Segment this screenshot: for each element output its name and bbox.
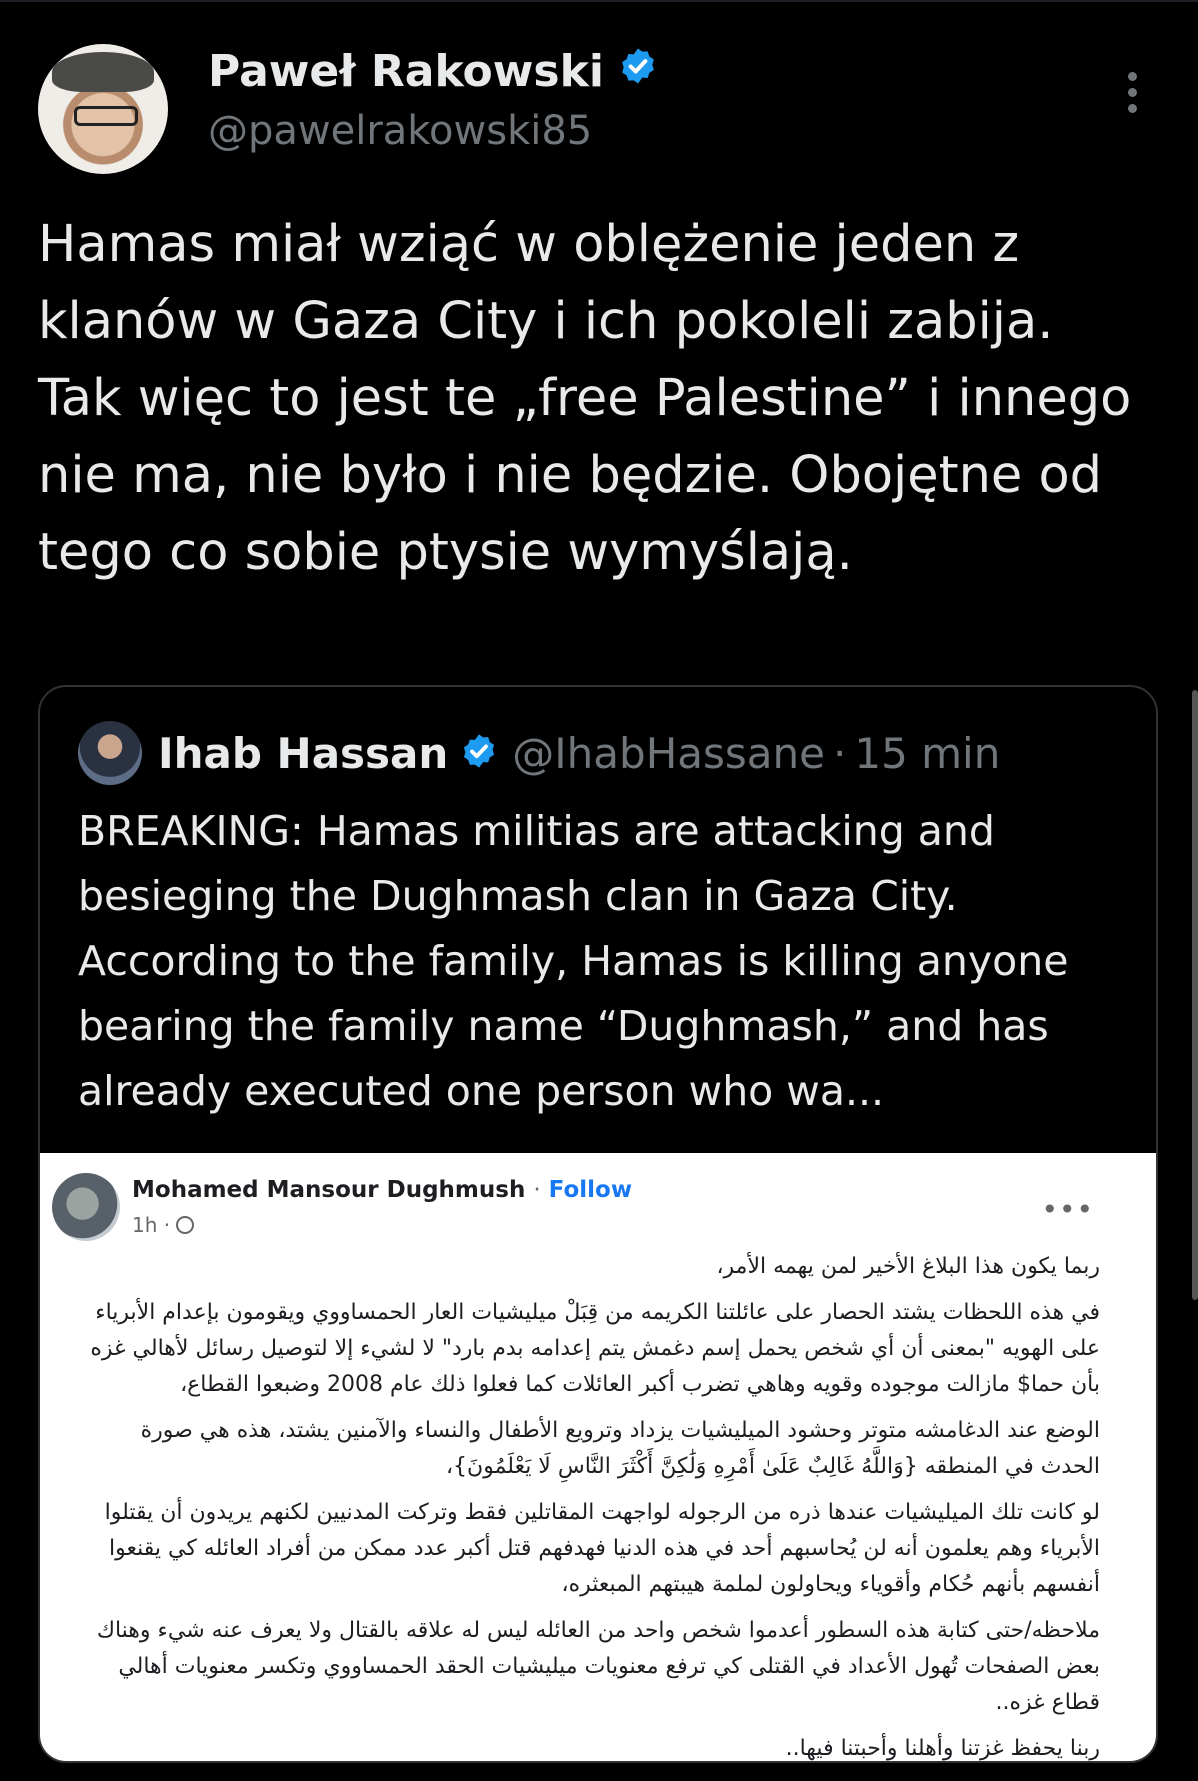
- quoted-author-avatar[interactable]: [78, 721, 142, 785]
- quoted-tweet-text: BREAKING: Hamas militias are attacking a…: [78, 807, 1069, 1115]
- fb-post-meta: 1h ·: [132, 1213, 195, 1237]
- fb-more-icon: •••: [1041, 1193, 1094, 1226]
- quoted-author-name[interactable]: Ihab Hassan: [158, 729, 448, 778]
- fb-follow-link: Follow: [548, 1177, 633, 1203]
- separator-dot: ·: [832, 728, 847, 778]
- fb-author-name: Mohamed Mansour Dughmush: [132, 1177, 526, 1203]
- quoted-tweet-time[interactable]: 15 min: [854, 729, 1000, 778]
- fb-paragraph: ربما يكون هذا البلاغ الأخير لمن يهمه الأ…: [716, 1254, 1100, 1279]
- fb-header: Mohamed Mansour Dughmush · Follow: [132, 1177, 632, 1203]
- top-divider: [0, 0, 1198, 2]
- author-avatar[interactable]: [38, 44, 168, 174]
- fb-author-avatar: [52, 1173, 120, 1241]
- author-handle[interactable]: @pawelrakowski85: [208, 108, 592, 154]
- fb-paragraph: في هذه اللحظات يشتد الحصار على عائلتنا ا…: [90, 1300, 1100, 1397]
- fb-post-time: 1h ·: [132, 1213, 171, 1237]
- fb-paragraph: ملاحظه/حتى كتابة هذه السطور أعدموا شخص و…: [96, 1618, 1100, 1715]
- tweet-text: Hamas miał wziąć w oblężenie jeden z kla…: [38, 215, 1132, 582]
- verified-badge-icon: [618, 46, 658, 97]
- verified-badge-icon: [460, 732, 498, 774]
- author-name-row[interactable]: Paweł Rakowski: [208, 46, 658, 97]
- more-options-icon[interactable]: [1122, 72, 1142, 122]
- separator-dot: ·: [533, 1177, 541, 1203]
- fb-paragraph: ربنا يحفظ غزتنا وأهلنا وأحبتنا فيها..: [785, 1736, 1100, 1761]
- globe-icon: [176, 1216, 195, 1234]
- scrollbar[interactable]: [1192, 690, 1198, 1300]
- facebook-post-screenshot[interactable]: Mohamed Mansour Dughmush · Follow 1h · •…: [40, 1153, 1156, 1761]
- quoted-author-handle[interactable]: @IhabHassane: [512, 729, 825, 778]
- fb-post-body: ربما يكون هذا البلاغ الأخير لمن يهمه الأ…: [88, 1249, 1100, 1761]
- fb-paragraph: الوضع عند الدغامشه متوتر وحشود الميليشيا…: [140, 1418, 1100, 1479]
- author-name[interactable]: Paweł Rakowski: [208, 46, 604, 97]
- fb-paragraph: لو كانت تلك الميليشيات عندها ذره من الرج…: [104, 1500, 1100, 1597]
- quoted-tweet-header: Ihab Hassan @IhabHassane · 15 min: [158, 721, 1000, 785]
- quoted-tweet-card[interactable]: Ihab Hassan @IhabHassane · 15 min BREAKI…: [38, 685, 1158, 1763]
